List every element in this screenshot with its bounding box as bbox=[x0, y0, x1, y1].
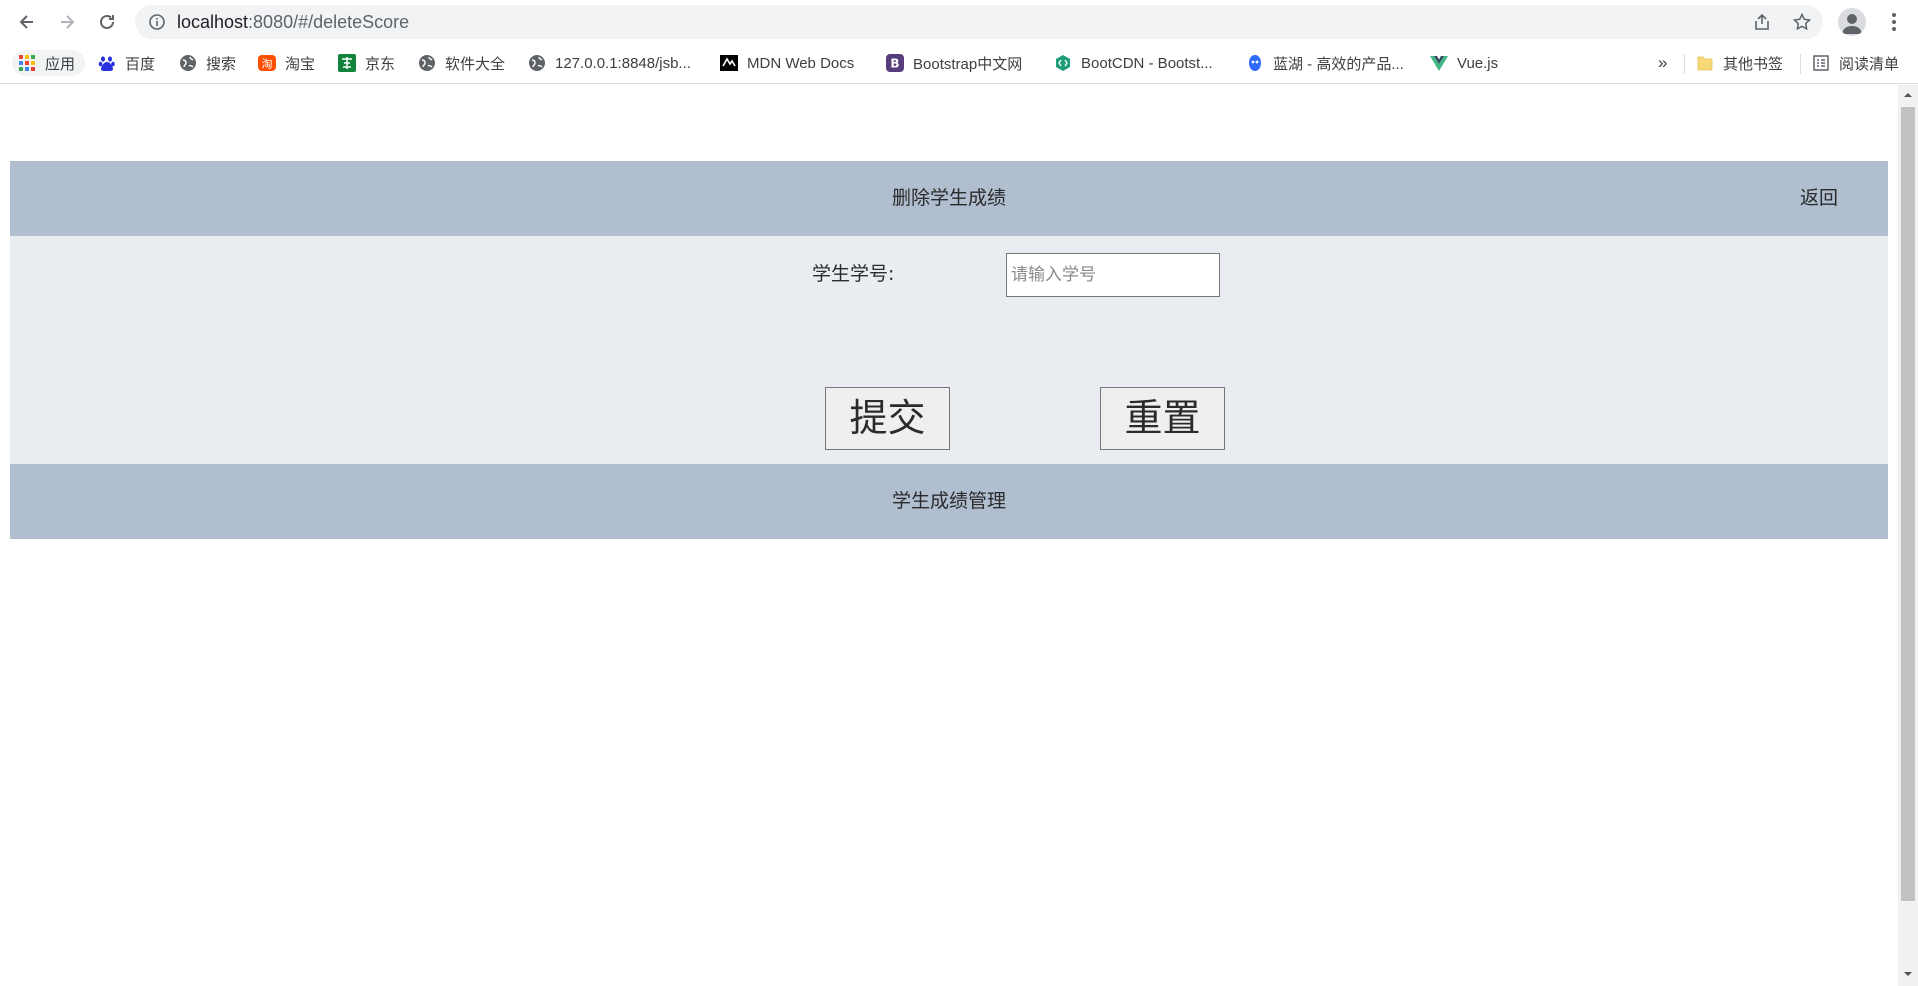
vue-icon bbox=[1430, 54, 1448, 72]
bookmark-label: 搜索 bbox=[206, 55, 237, 73]
jd-icon bbox=[338, 54, 356, 72]
bookmark-label: 软件大全 bbox=[445, 55, 506, 73]
bookmark-baidu[interactable]: 百度 bbox=[98, 50, 155, 76]
panel-footer: 学生成绩管理 bbox=[10, 464, 1888, 539]
bookmark-localhost-jsb[interactable]: 127.0.0.1:8848/jsb... bbox=[528, 50, 691, 76]
profile-avatar[interactable] bbox=[1838, 8, 1866, 36]
bookmark-apps[interactable]: 应用 bbox=[12, 50, 86, 76]
bookmark-label: 蓝湖 - 高效的产品... bbox=[1273, 55, 1404, 73]
globe-icon bbox=[528, 54, 546, 72]
apps-grid-icon bbox=[18, 54, 36, 72]
bootcdn-icon bbox=[1054, 54, 1072, 72]
bookmarks-divider bbox=[1800, 54, 1801, 74]
scroll-up-icon[interactable] bbox=[1903, 90, 1913, 100]
url-host: localhost bbox=[177, 12, 249, 32]
bookmark-bootcdn[interactable]: BootCDN - Bootst... bbox=[1054, 50, 1213, 76]
bookmark-software[interactable]: 软件大全 bbox=[418, 50, 505, 76]
browser-toolbar: localhost:8080/#/deleteScore bbox=[0, 0, 1918, 43]
bookmark-search[interactable]: 搜索 bbox=[179, 50, 236, 76]
bookmark-label: 阅读清单 bbox=[1839, 55, 1900, 73]
bookmark-mdn[interactable]: MDN Web Docs bbox=[720, 50, 854, 76]
arrow-right-icon bbox=[61, 15, 75, 29]
menu-dots-icon[interactable] bbox=[1882, 10, 1906, 34]
forward-button[interactable] bbox=[53, 8, 81, 36]
globe-icon bbox=[179, 54, 197, 72]
svg-text:淘: 淘 bbox=[262, 58, 273, 71]
baidu-paw-icon bbox=[98, 54, 116, 72]
address-bar[interactable]: localhost:8080/#/deleteScore bbox=[135, 5, 1823, 39]
svg-text:B: B bbox=[890, 57, 899, 71]
folder-icon bbox=[1696, 54, 1714, 72]
star-icon[interactable] bbox=[1792, 12, 1812, 32]
bookmark-label: 其他书签 bbox=[1723, 55, 1784, 73]
bookmark-vuejs[interactable]: Vue.js bbox=[1430, 50, 1498, 76]
reset-button[interactable]: 重置 bbox=[1100, 387, 1225, 450]
reading-list-icon bbox=[1812, 54, 1830, 72]
bookmarks-divider bbox=[1684, 54, 1685, 74]
back-link[interactable]: 返回 bbox=[1800, 186, 1838, 210]
reload-icon bbox=[100, 14, 114, 29]
bookmark-label: 127.0.0.1:8848/jsb... bbox=[555, 54, 691, 72]
bookmark-label: 淘宝 bbox=[285, 55, 316, 73]
arrow-left-icon bbox=[19, 15, 33, 29]
student-id-label: 学生学号: bbox=[812, 263, 895, 285]
bookmark-label: 百度 bbox=[125, 55, 156, 73]
bookmark-label: Bootstrap中文网 bbox=[913, 55, 1023, 73]
reading-list-button[interactable]: 阅读清单 bbox=[1812, 50, 1899, 76]
scrollbar-thumb[interactable] bbox=[1901, 107, 1915, 901]
chevron-double-right-icon: » bbox=[1658, 53, 1668, 72]
bookmark-jd[interactable]: 京东 bbox=[338, 50, 395, 76]
info-icon[interactable] bbox=[147, 12, 167, 32]
bookmark-lanhu[interactable]: 蓝湖 - 高效的产品... bbox=[1246, 50, 1404, 76]
submit-button[interactable]: 提交 bbox=[825, 387, 950, 450]
scroll-down-icon[interactable] bbox=[1903, 969, 1913, 979]
panel-header: 删除学生成绩 返回 bbox=[10, 161, 1888, 236]
url-text[interactable]: localhost:8080/#/deleteScore bbox=[177, 12, 409, 32]
url-path: :8080/#/deleteScore bbox=[248, 12, 410, 32]
back-button[interactable] bbox=[13, 8, 41, 36]
bookmarks-overflow-button[interactable]: » bbox=[1658, 50, 1667, 76]
reload-button[interactable] bbox=[93, 8, 121, 36]
mdn-icon bbox=[720, 54, 738, 72]
share-icon[interactable] bbox=[1752, 12, 1772, 32]
delete-score-panel: 删除学生成绩 返回 学生学号: 提交 重置 学生成绩管理 bbox=[10, 161, 1888, 539]
bootstrap-icon: B bbox=[886, 54, 904, 72]
bookmark-taobao[interactable]: 淘 淘宝 bbox=[258, 50, 315, 76]
lanhu-icon bbox=[1246, 54, 1264, 72]
globe-icon bbox=[418, 54, 436, 72]
vertical-scrollbar[interactable] bbox=[1898, 85, 1918, 986]
footer-title: 学生成绩管理 bbox=[891, 490, 1006, 512]
bookmark-label: 京东 bbox=[365, 55, 396, 73]
bookmark-label: MDN Web Docs bbox=[747, 54, 855, 72]
person-icon bbox=[1842, 14, 1862, 34]
form-area: 学生学号: 提交 重置 bbox=[10, 236, 1888, 464]
bookmark-label: BootCDN - Bootst... bbox=[1081, 54, 1213, 72]
bookmark-other[interactable]: 其他书签 bbox=[1696, 50, 1783, 76]
bookmark-label: Vue.js bbox=[1457, 54, 1499, 72]
bookmarks-bar: 应用 百度 搜索 淘 淘宝 京东 软件大全 127.0.0.1:8848/jsb… bbox=[0, 43, 1918, 84]
taobao-icon: 淘 bbox=[258, 54, 276, 72]
bookmark-bootstrap[interactable]: B Bootstrap中文网 bbox=[886, 50, 1022, 76]
page-viewport: 删除学生成绩 返回 学生学号: 提交 重置 学生成绩管理 bbox=[0, 85, 1898, 986]
student-id-input[interactable] bbox=[1006, 253, 1220, 297]
page-title: 删除学生成绩 bbox=[891, 187, 1006, 209]
bookmark-label: 应用 bbox=[45, 55, 76, 73]
